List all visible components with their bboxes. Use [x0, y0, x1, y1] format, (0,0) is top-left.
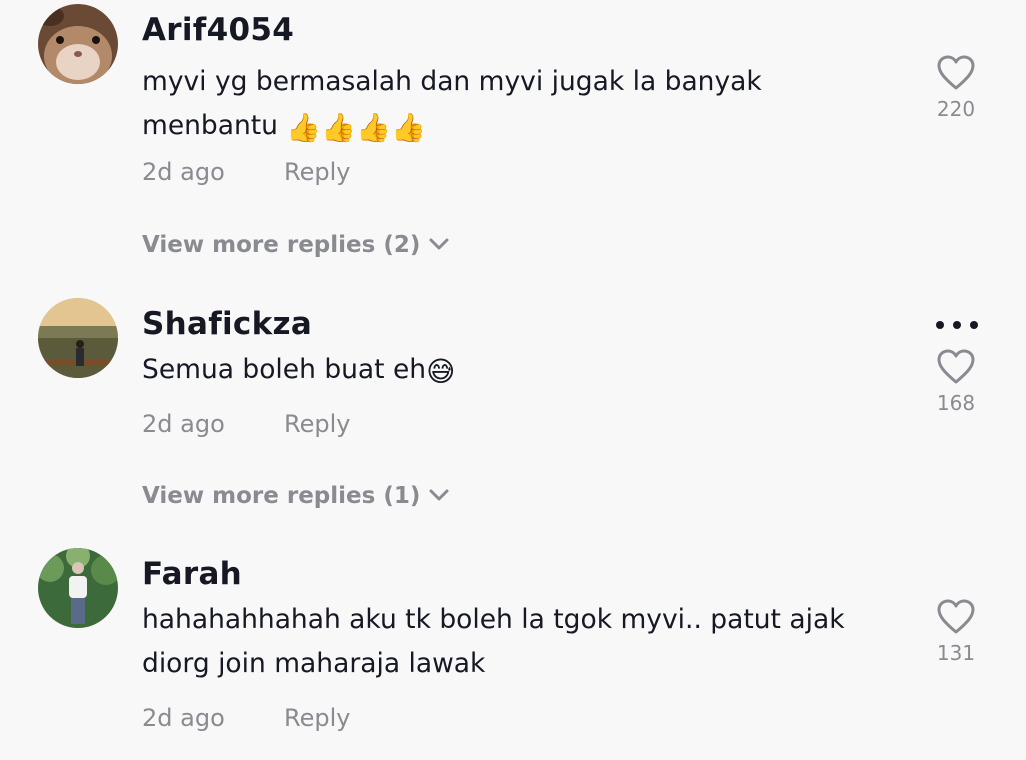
- comment-meta: 2d ago Reply: [142, 702, 350, 734]
- comment-text: myvi yg bermasalah dan myvi jugak la ban…: [142, 60, 882, 148]
- view-more-replies-label: View more replies (1): [142, 483, 421, 509]
- heart-outline-icon[interactable]: [920, 54, 992, 96]
- comment-meta: 2d ago Reply: [142, 408, 350, 440]
- comment-timestamp: 2d ago: [142, 704, 225, 732]
- chevron-down-icon: [428, 479, 450, 511]
- view-more-replies-button[interactable]: View more replies (2): [142, 229, 450, 261]
- heart-outline-icon[interactable]: [920, 598, 992, 640]
- comment-timestamp: 2d ago: [142, 410, 225, 438]
- comment-body: Semua boleh buat eh: [142, 354, 427, 385]
- avatar[interactable]: [38, 298, 118, 378]
- comment-text: hahahahhahah aku tk boleh la tgok myvi..…: [142, 598, 882, 686]
- more-horizontal-icon[interactable]: [934, 316, 980, 329]
- comment-body: hahahahhahah aku tk boleh la tgok myvi..…: [142, 604, 845, 679]
- comment-meta: 2d ago Reply: [142, 156, 350, 188]
- comment-text: Semua boleh buat eh😅: [142, 348, 882, 392]
- avatar[interactable]: [38, 4, 118, 84]
- like-control: 168: [920, 348, 992, 416]
- avatar-landscape-image: [38, 298, 118, 378]
- thumbs-up-emoji: 👍👍👍👍: [286, 111, 426, 144]
- sweat-smile-emoji: 😅: [426, 355, 456, 388]
- chevron-down-icon: [428, 228, 450, 260]
- comment-list: Arif4054 myvi yg bermasalah dan myvi jug…: [0, 0, 1026, 760]
- avatar-hamster-image: [38, 4, 118, 84]
- like-control: 220: [920, 54, 992, 122]
- like-count: 131: [936, 641, 976, 665]
- like-count: 168: [936, 391, 976, 415]
- view-more-replies-label: View more replies (2): [142, 232, 421, 258]
- comment-timestamp: 2d ago: [142, 158, 225, 186]
- reply-button[interactable]: Reply: [284, 702, 350, 734]
- reply-button[interactable]: Reply: [284, 408, 350, 440]
- avatar-person-image: [38, 548, 118, 628]
- like-count: 220: [936, 97, 976, 121]
- comment-username[interactable]: Arif4054: [142, 10, 294, 50]
- like-control: 131: [920, 598, 992, 666]
- reply-button[interactable]: Reply: [284, 156, 350, 188]
- heart-outline-icon[interactable]: [920, 348, 992, 390]
- avatar[interactable]: [38, 548, 118, 628]
- comment-username[interactable]: Shafickza: [142, 304, 312, 344]
- comment-body: myvi yg bermasalah dan myvi jugak la ban…: [142, 66, 762, 141]
- view-more-replies-button[interactable]: View more replies (1): [142, 480, 450, 512]
- comment-username[interactable]: Farah: [142, 554, 242, 594]
